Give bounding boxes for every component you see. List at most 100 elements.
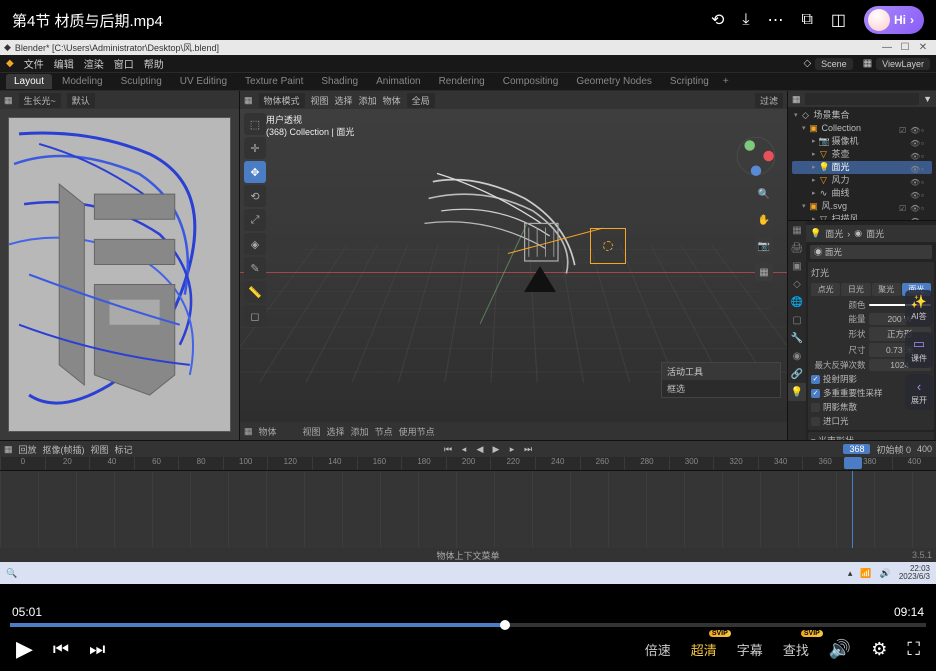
outliner-wind[interactable]: ▸▽风力👁▫	[792, 174, 932, 187]
measure-tool[interactable]: 📏	[244, 281, 266, 303]
transform-tool[interactable]: ◈	[244, 233, 266, 255]
scene-selector[interactable]: ◇ Scene	[803, 58, 852, 70]
move-view-icon[interactable]: ✋	[755, 211, 773, 229]
hi-badge[interactable]: Hi ›	[864, 6, 924, 34]
timeline-tracks[interactable]	[0, 471, 936, 548]
blender-logo-icon[interactable]: ◆	[6, 58, 14, 69]
viewport-3d[interactable]: 用户透视 (368) Collection | 面光 ⬚ ✛ ✥ ⟲ ⤢ ◈ ✎…	[240, 109, 787, 422]
image-name[interactable]: 生长光~	[19, 93, 61, 108]
maximize-button[interactable]: ☐	[896, 42, 914, 53]
expand-button[interactable]: ‹展开	[905, 374, 933, 410]
select-tool[interactable]: ⬚	[244, 113, 266, 135]
courseware-button[interactable]: ▭课件	[905, 332, 933, 368]
image-slot[interactable]: 默认	[67, 93, 95, 108]
add-menu[interactable]: 添加	[359, 94, 377, 107]
tab-compositing[interactable]: Compositing	[495, 74, 567, 89]
footer-object[interactable]: 物体	[259, 425, 277, 438]
close-button[interactable]: ✕	[914, 42, 932, 53]
outliner-camera[interactable]: ▸📷摄像机👁▫	[792, 135, 932, 148]
tab-uv[interactable]: UV Editing	[172, 74, 235, 89]
area-light-gizmo[interactable]	[590, 228, 626, 264]
footer-add[interactable]: 添加	[351, 425, 369, 438]
add-cube-tool[interactable]: ◻	[244, 305, 266, 327]
more-icon[interactable]: ⋯	[767, 10, 783, 30]
next-key-icon[interactable]: ▸	[505, 444, 519, 455]
light-type-spot[interactable]: 聚光	[872, 283, 901, 296]
quality-button[interactable]: 超清SVIP	[691, 640, 717, 659]
playback-menu[interactable]: 回放	[19, 443, 37, 456]
outliner-curves[interactable]: ▸∿曲线👁▫	[792, 187, 932, 200]
speed-button[interactable]: 倍速	[645, 640, 671, 659]
download-icon[interactable]: ⤓	[742, 11, 749, 29]
outliner-collection[interactable]: ▾▣Collection☑👁▫	[792, 122, 932, 135]
props-tab-render[interactable]: ▦	[788, 221, 806, 239]
menu-edit[interactable]: 编辑	[54, 56, 74, 71]
volume-button[interactable]: 🔊	[829, 639, 851, 660]
tab-modeling[interactable]: Modeling	[54, 74, 111, 89]
jump-end-icon[interactable]: ⏭	[521, 444, 535, 455]
prev-button[interactable]: ⏮	[53, 639, 69, 660]
object-menu[interactable]: 物体	[383, 94, 401, 107]
add-tab-button[interactable]: +	[723, 76, 729, 87]
tab-animation[interactable]: Animation	[368, 74, 428, 89]
next-button[interactable]: ⏭	[89, 639, 105, 660]
light-name-field[interactable]: ◉ 面光	[810, 244, 932, 260]
ai-button[interactable]: ✨AI答	[905, 290, 933, 326]
play-button[interactable]: ▶	[16, 636, 33, 662]
image-canvas[interactable]	[0, 109, 239, 440]
props-tab-output[interactable]: 🖨	[788, 239, 806, 257]
mode-selector[interactable]: 物体模式	[259, 93, 305, 108]
props-tab-physics[interactable]: ◉	[788, 347, 806, 365]
minimize-button[interactable]: —	[878, 42, 896, 53]
zoom-icon[interactable]: 🔍	[755, 185, 773, 203]
current-frame[interactable]: 368	[843, 444, 870, 454]
subtitle-button[interactable]: 字幕	[737, 640, 763, 659]
editor-icon[interactable]: ▦	[244, 426, 253, 437]
cursor-tool[interactable]: ✛	[244, 137, 266, 159]
wifi-icon[interactable]: 📶	[860, 568, 871, 579]
filter-icon[interactable]: ▼	[923, 94, 932, 104]
tab-layout[interactable]: Layout	[6, 74, 52, 89]
share-icon[interactable]: ⟲	[711, 10, 724, 30]
timeline-type-icon[interactable]: ▦	[4, 444, 13, 455]
taskbar-clock[interactable]: 22:03 2023/6/3	[899, 565, 930, 581]
jump-start-icon[interactable]: ⏮	[441, 444, 455, 455]
footer-select[interactable]: 选择	[327, 425, 345, 438]
progress-bar[interactable]	[10, 623, 926, 627]
fullscreen-button[interactable]: ⛶	[907, 639, 920, 660]
tab-geonodes[interactable]: Geometry Nodes	[568, 74, 660, 89]
light-type-point[interactable]: 点光	[811, 283, 840, 296]
tab-scripting[interactable]: Scripting	[662, 74, 717, 89]
tray-icon[interactable]: ▴	[848, 568, 853, 579]
menu-window[interactable]: 窗口	[114, 56, 134, 71]
outliner-svg-item1[interactable]: ▸▽扫描风👁▫	[792, 213, 932, 221]
prev-key-icon[interactable]: ◂	[457, 444, 471, 455]
view-menu[interactable]: 视图	[311, 94, 329, 107]
tab-sculpting[interactable]: Sculpting	[113, 74, 170, 89]
props-tab-world[interactable]: 🌐	[788, 293, 806, 311]
filter-dropdown[interactable]: 过滤	[755, 93, 783, 108]
active-tool-mode[interactable]: 框选	[662, 380, 780, 397]
outliner-teapot[interactable]: ▸▽茶壶👁▫	[792, 148, 932, 161]
props-tab-view[interactable]: ▣	[788, 257, 806, 275]
play-icon[interactable]: ▶	[489, 444, 503, 455]
end-frame[interactable]: 400	[917, 444, 932, 454]
camera-gizmo[interactable]	[524, 266, 556, 292]
timeline-ruler[interactable]: 0204060801001201401601802002202402602803…	[0, 457, 936, 471]
search-icon[interactable]: 🔍	[6, 568, 17, 579]
tab-shading[interactable]: Shading	[313, 74, 366, 89]
marker-menu[interactable]: 标记	[115, 443, 133, 456]
menu-render[interactable]: 渲染	[84, 56, 104, 71]
play-reverse-icon[interactable]: ◀	[473, 444, 487, 455]
light-type-sun[interactable]: 日光	[841, 283, 870, 296]
light-section-header[interactable]: 灯光	[811, 264, 931, 281]
portal-check[interactable]: 进口光	[811, 414, 931, 428]
move-tool[interactable]: ✥	[244, 161, 266, 183]
timeline-cursor[interactable]	[852, 471, 853, 548]
editor-type-icon[interactable]: ▦	[4, 95, 13, 106]
outliner-type-icon[interactable]: ▦	[792, 94, 801, 105]
menu-file[interactable]: 文件	[24, 56, 44, 71]
orientation[interactable]: 全局	[407, 93, 435, 108]
tab-texture[interactable]: Texture Paint	[237, 74, 311, 89]
view-menu[interactable]: 视图	[91, 443, 109, 456]
